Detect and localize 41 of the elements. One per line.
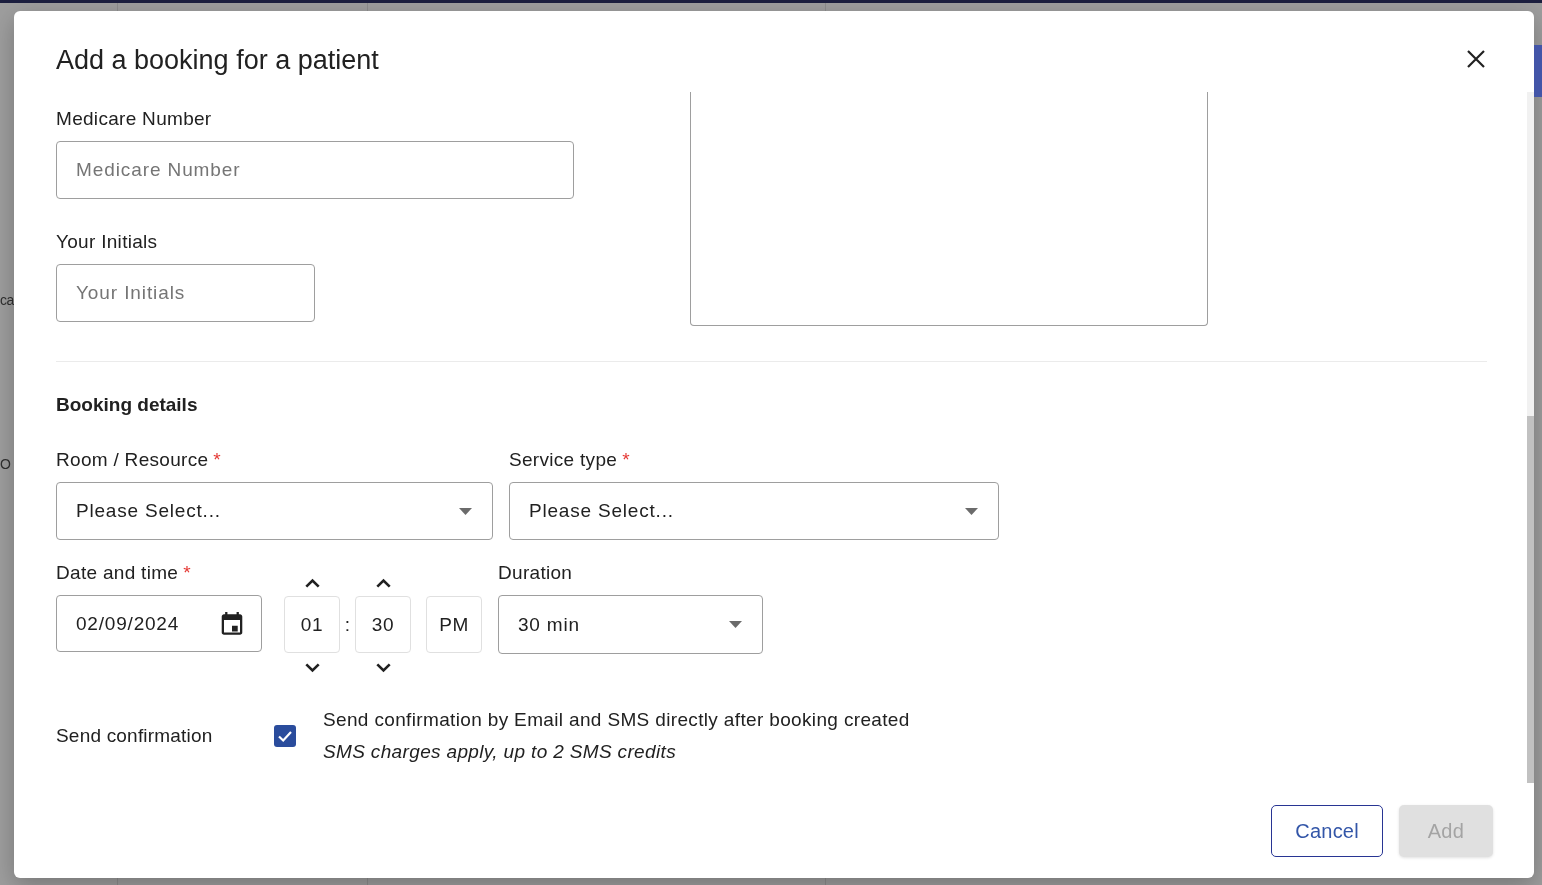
field-label: Send confirmation xyxy=(56,725,214,747)
chevron-up-icon[interactable] xyxy=(375,578,391,588)
medicare-number-input[interactable]: Medicare Number xyxy=(56,141,574,199)
duration-select[interactable]: 30 min xyxy=(498,595,763,654)
caret-icon xyxy=(729,621,742,628)
date-field[interactable]: 02/09/2024 xyxy=(56,595,262,652)
time-separator: : xyxy=(343,613,352,637)
initials-input[interactable]: Your Initials xyxy=(56,264,315,322)
field-label: Duration xyxy=(498,562,573,584)
notes-field[interactable] xyxy=(690,92,1208,326)
chevron-down-icon[interactable] xyxy=(375,663,391,673)
scrollbar-thumb[interactable] xyxy=(1527,416,1534,783)
minute-field[interactable]: 30 xyxy=(355,596,411,653)
field-label: Date and time xyxy=(56,562,179,584)
field-label: Medicare Number xyxy=(56,108,212,130)
required-mark: * xyxy=(183,562,191,584)
chevron-down-icon[interactable] xyxy=(304,663,320,673)
room-resource-select[interactable]: Please Select... xyxy=(56,482,493,540)
section-heading: Booking details xyxy=(56,393,199,417)
cancel-button[interactable]: Cancel xyxy=(1271,805,1383,857)
chevron-up-icon[interactable] xyxy=(304,578,320,588)
sms-charges-note: SMS charges apply, up to 2 SMS credits xyxy=(323,740,677,764)
service-type-select[interactable]: Please Select... xyxy=(509,482,999,540)
caret-icon xyxy=(459,507,472,515)
period-field[interactable]: PM xyxy=(426,596,482,653)
background-bar xyxy=(1534,45,1542,97)
field-label: Room / Resource xyxy=(56,449,209,471)
required-mark: * xyxy=(622,449,630,471)
scrollbar[interactable] xyxy=(1527,92,1534,783)
hour-field[interactable]: 01 xyxy=(284,596,340,653)
required-mark: * xyxy=(213,449,221,471)
close-icon[interactable] xyxy=(1467,50,1485,68)
dialog-title: Add a booking for a patient xyxy=(56,44,379,76)
calendar-icon[interactable] xyxy=(221,611,243,636)
confirmation-text: Send confirmation by Email and SMS directly after booking created xyxy=(323,708,911,732)
background-text-fragment: O xyxy=(0,455,12,473)
caret-icon xyxy=(965,507,978,515)
background-text-fragment: ca xyxy=(0,291,14,309)
field-label: Your Initials xyxy=(56,231,158,253)
checkbox[interactable] xyxy=(274,725,296,747)
field-label: Service type xyxy=(509,449,618,471)
